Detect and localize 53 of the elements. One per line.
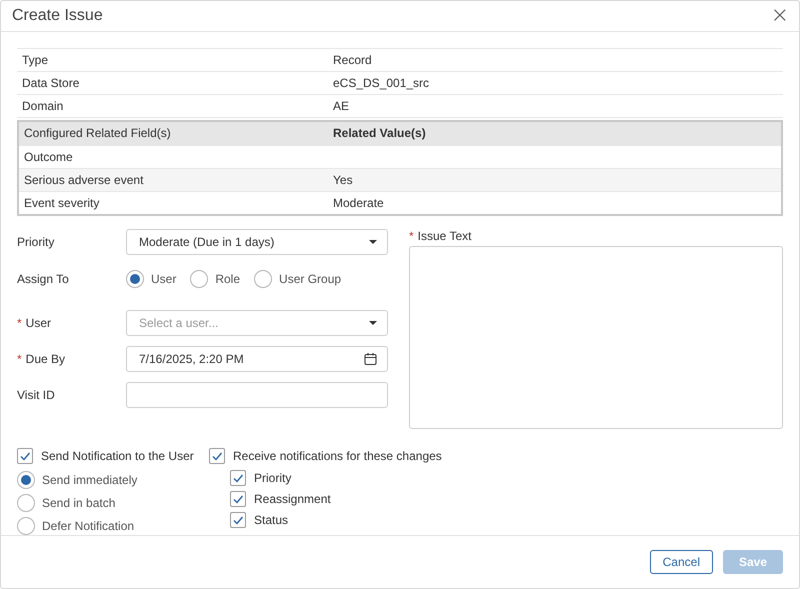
caret-icon [369, 320, 377, 325]
radio-label: Role [215, 272, 240, 286]
field-name: Domain [22, 98, 64, 113]
radio-label: Send in batch [42, 496, 116, 510]
checkbox[interactable] [230, 470, 246, 486]
table-cell-text: Event severity [24, 196, 100, 210]
field-label: Issue Text [418, 228, 472, 243]
field-value: eCS_DS_001_src [333, 76, 430, 90]
radio-button[interactable] [126, 270, 144, 288]
column-header: Configured Related Field(s) [24, 126, 172, 140]
radio-button[interactable] [17, 516, 35, 535]
checkbox[interactable] [17, 448, 33, 464]
date-field[interactable]: 7/16/2025, 2:20 PM [126, 346, 388, 372]
table-cell-text: Outcome [24, 150, 74, 164]
checkbox[interactable] [230, 490, 246, 507]
checkbox[interactable] [230, 512, 246, 528]
table-cell-text: Serious adverse event [24, 172, 144, 187]
checkbox-label: Priority [254, 470, 292, 485]
dialog-title: Create Issue [12, 6, 103, 25]
field-name: Data Store [22, 76, 80, 90]
close-button[interactable]: × [770, 6, 789, 26]
field-value: AE [333, 98, 350, 113]
field-label: User [26, 316, 52, 330]
column-header: Related Value(s) [333, 126, 427, 140]
radio-label: User Group [279, 272, 342, 286]
priority-dropdown[interactable]: Moderate (Due in 1 days) [126, 228, 388, 255]
required-mark: * [17, 352, 22, 366]
field-name: Type [22, 52, 50, 67]
field-label: Assign To [17, 272, 69, 286]
checkbox-label: Send Notification to the User [41, 448, 194, 463]
field-label: Priority [17, 234, 54, 249]
calendar-icon[interactable] [364, 352, 377, 366]
field-label: Due By [26, 352, 66, 366]
required-mark: * [17, 316, 22, 330]
input-field[interactable] [126, 382, 388, 408]
field-value: Record [333, 52, 373, 67]
checkbox-label: Receive notifications for these changes [233, 448, 442, 463]
checkbox-label: Status [254, 512, 288, 527]
radio-label: Defer Notification [42, 518, 134, 533]
cancel-button[interactable]: Cancel [650, 550, 713, 574]
radio-label: Send immediately [42, 472, 138, 487]
table-cell-text: Moderate [333, 196, 385, 210]
checkbox[interactable] [209, 448, 225, 464]
checkbox-label: Reassignment [254, 492, 331, 506]
field-label: Visit ID [17, 388, 55, 402]
required-mark: * [409, 228, 414, 243]
radio-button[interactable] [254, 270, 272, 288]
radio-button[interactable] [17, 494, 35, 512]
radio-button[interactable] [190, 270, 208, 288]
table-cell-text: Yes [333, 172, 354, 187]
radio-button[interactable] [17, 470, 35, 489]
radio-label: User [151, 272, 176, 286]
caret-icon [369, 240, 377, 244]
